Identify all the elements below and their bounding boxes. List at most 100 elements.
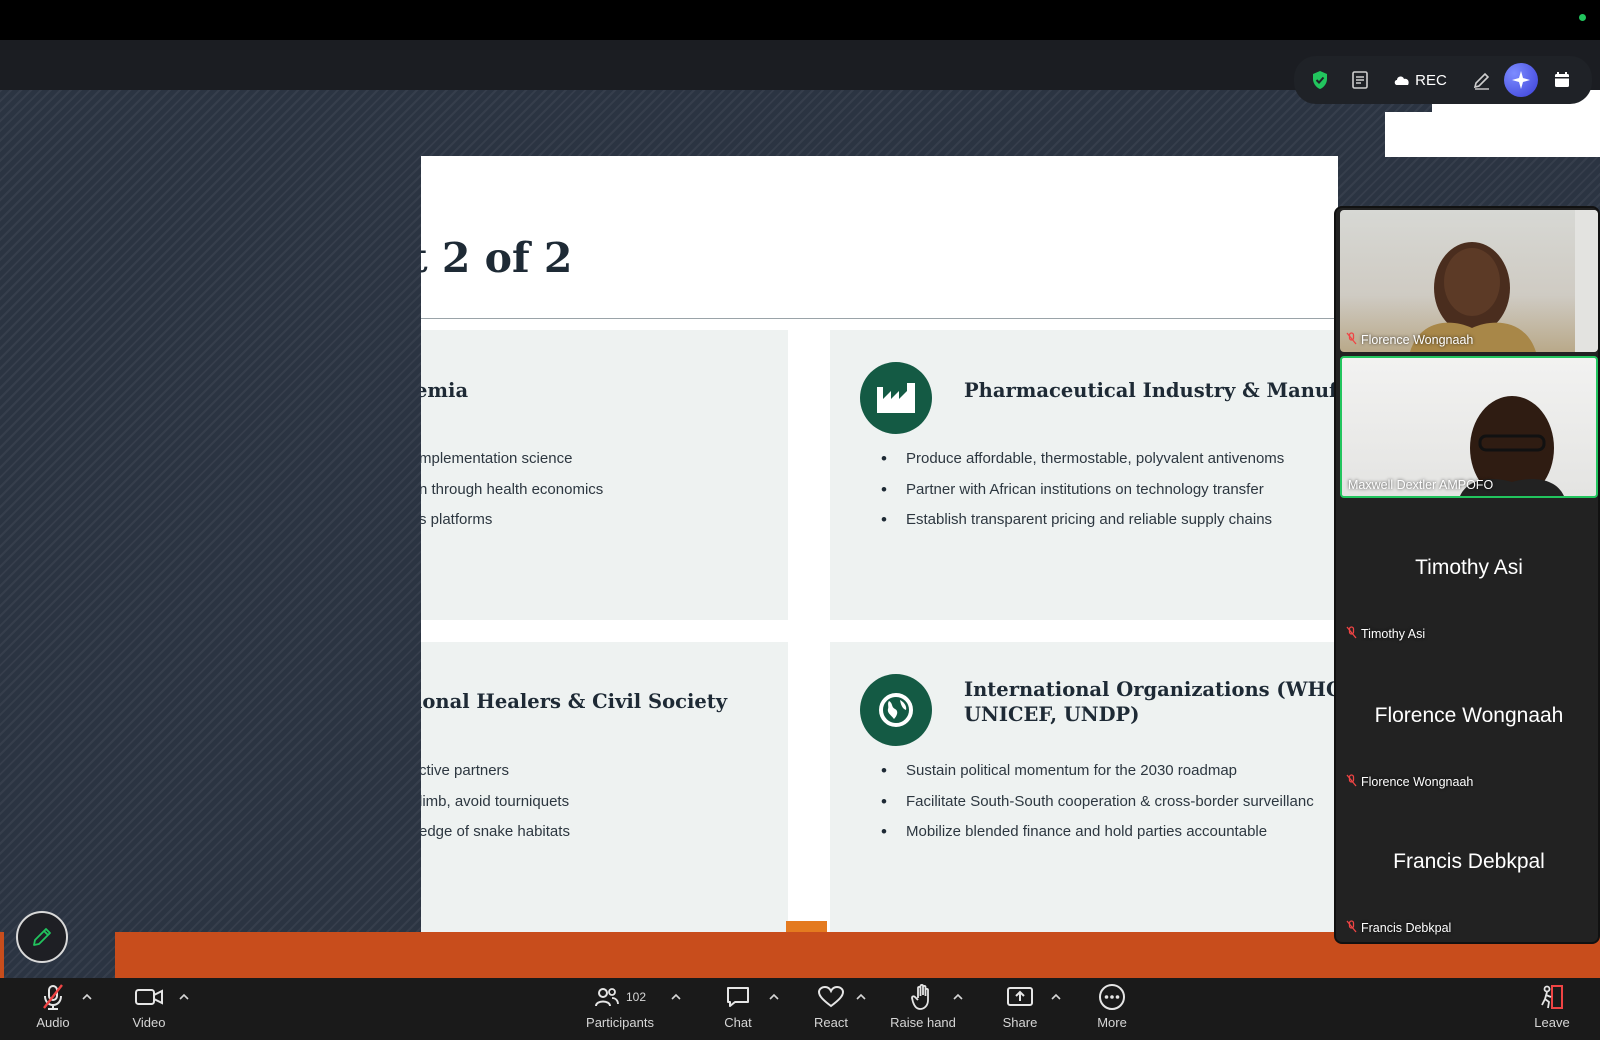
list-item: Establish transparent pricing and reliab…: [878, 510, 1284, 542]
heart-icon: [817, 985, 845, 1008]
globe-icon: [860, 674, 932, 746]
mic-muted-icon: [1346, 626, 1357, 642]
card-title: Pharmaceutical Industry & Manufactu: [964, 379, 1338, 402]
slide-title: rt 2 of 2: [421, 234, 573, 282]
leave-label: Leave: [1534, 1015, 1570, 1030]
security-shield-icon[interactable]: [1308, 67, 1332, 93]
list-item: Produce affordable, thermostable, polyva…: [878, 449, 1284, 481]
participant-display-name: Timothy Asi: [1415, 556, 1523, 579]
tile-name-tag: Florence Wongnaah: [1346, 332, 1473, 348]
mic-muted-icon: [1346, 332, 1357, 348]
audio-only-tile[interactable]: Florence Wongnaah Florence Wongnaah: [1340, 650, 1598, 794]
participants-gallery: Florence Wongnaah Maxwell Dextler AMPOFO…: [1334, 206, 1600, 944]
card-pharma: Pharmaceutical Industry & Manufactu Prod…: [830, 330, 1338, 620]
chevron-up-icon[interactable]: [855, 992, 867, 1002]
chat-bubble-icon: [727, 987, 749, 1007]
chat-button[interactable]: Chat: [716, 982, 760, 1036]
record-indicator[interactable]: REC: [1392, 67, 1448, 93]
cloud-icon: [1394, 76, 1409, 85]
tile-name-tag: Maxwell Dextler AMPOFO: [1348, 478, 1494, 492]
card-list: mplementation science n through health e…: [421, 450, 603, 542]
slide-footer-band: [0, 932, 4, 978]
video-tile-active-speaker[interactable]: Maxwell Dextler AMPOFO: [1340, 356, 1598, 498]
raise-hand-button[interactable]: Raise hand: [886, 982, 960, 1036]
card-title: International Organizations (WHO, W UNIC…: [964, 677, 1338, 727]
tile-name-tag: Francis Debkpal: [1346, 920, 1451, 936]
card-title: emia: [421, 379, 469, 402]
share-screen-icon: [1007, 987, 1033, 1006]
pencil-icon: [33, 928, 51, 946]
notes-icon[interactable]: [1348, 67, 1372, 93]
white-strip: [1385, 112, 1600, 157]
chevron-up-icon[interactable]: [768, 992, 780, 1002]
ai-companion-icon[interactable]: [1504, 63, 1538, 97]
shared-slide: rt 2 of 2 emia mplementation science n t…: [421, 156, 1338, 932]
card-title-line: International Organizations (WHO, W: [964, 678, 1338, 701]
card-civil-society: ional Healers & Civil Society ctive part…: [421, 642, 788, 932]
participant-video: [1410, 210, 1598, 352]
card-list: Produce affordable, thermostable, polyva…: [878, 449, 1284, 542]
more-label: More: [1097, 1015, 1127, 1030]
meeting-tools-bar: REC: [1294, 56, 1592, 104]
chevron-up-icon[interactable]: [178, 992, 190, 1002]
calendar-icon[interactable]: [1550, 67, 1574, 93]
list-item: Sustain political momentum for the 2030 …: [878, 761, 1314, 793]
rec-label: REC: [1415, 71, 1447, 89]
chevron-up-icon[interactable]: [952, 992, 964, 1002]
video-tile[interactable]: Florence Wongnaah: [1340, 210, 1598, 352]
annotate-button[interactable]: [16, 911, 68, 963]
card-title: ional Healers & Civil Society: [421, 690, 728, 713]
share-label: Share: [1002, 1015, 1038, 1030]
participants-icon: [594, 988, 619, 1007]
card-title-line: UNICEF, UNDP): [964, 703, 1140, 726]
participants-count: 102: [625, 990, 647, 1004]
window-top-bar: [0, 0, 1600, 40]
list-item: edge of snake habitats: [421, 823, 570, 840]
card-list: ctive partners limb, avoid tourniquets e…: [421, 762, 570, 854]
video-button[interactable]: Video: [125, 982, 173, 1036]
audio-only-tile[interactable]: Francis Debkpal Francis Debkpal: [1340, 796, 1598, 940]
share-button[interactable]: Share: [998, 982, 1042, 1036]
list-item: Mobilize blended finance and hold partie…: [878, 822, 1314, 854]
leave-button[interactable]: Leave: [1530, 982, 1574, 1036]
card-academia: emia mplementation science n through hea…: [421, 330, 788, 620]
more-dots-icon: [1099, 984, 1125, 1010]
tile-name-tag: Timothy Asi: [1346, 626, 1425, 642]
list-item: n through health economics: [421, 480, 604, 498]
participant-display-name: Francis Debkpal: [1393, 850, 1545, 873]
audio-only-tile[interactable]: Timothy Asi Timothy Asi: [1340, 502, 1598, 646]
list-item: mplementation science: [421, 450, 573, 467]
annotate-pen-icon[interactable]: [1470, 67, 1494, 93]
list-item: Facilitate South-South cooperation & cro…: [878, 792, 1314, 824]
leave-door-icon: [1541, 985, 1563, 1009]
react-button[interactable]: React: [808, 982, 854, 1036]
card-list: Sustain political momentum for the 2030 …: [878, 761, 1314, 854]
audio-label: Audio: [36, 1015, 70, 1030]
video-label: Video: [132, 1015, 166, 1030]
list-item: s platforms: [421, 511, 493, 528]
chat-label: Chat: [724, 1015, 752, 1030]
meeting-controls: Audio Video 102 Participants Chat React …: [0, 978, 1600, 1040]
participants-button[interactable]: 102 Participants: [578, 982, 662, 1036]
card-international-orgs: International Organizations (WHO, W UNIC…: [830, 642, 1338, 932]
hand-icon: [911, 983, 929, 1010]
video-camera-icon: [135, 989, 163, 1005]
chevron-up-icon[interactable]: [670, 992, 682, 1002]
tile-name-tag: Florence Wongnaah: [1346, 774, 1473, 790]
chevron-up-icon[interactable]: [81, 992, 93, 1002]
mic-muted-icon: [43, 984, 63, 1010]
list-item: limb, avoid tourniquets: [421, 792, 570, 810]
status-dot: [1579, 14, 1586, 21]
audio-button[interactable]: Audio: [30, 982, 76, 1036]
raise-hand-label: Raise hand: [890, 1015, 956, 1030]
list-item: Partner with African institutions on tec…: [878, 480, 1284, 512]
chevron-up-icon[interactable]: [1050, 992, 1062, 1002]
list-item: ctive partners: [421, 762, 510, 779]
participants-label: Participants: [586, 1015, 654, 1030]
participant-display-name: Florence Wongnaah: [1374, 704, 1564, 727]
mic-muted-icon: [1346, 920, 1357, 936]
factory-icon: [860, 362, 932, 434]
more-button[interactable]: More: [1090, 982, 1134, 1036]
participant-video: [1460, 396, 1564, 496]
mic-muted-icon: [1346, 774, 1357, 790]
